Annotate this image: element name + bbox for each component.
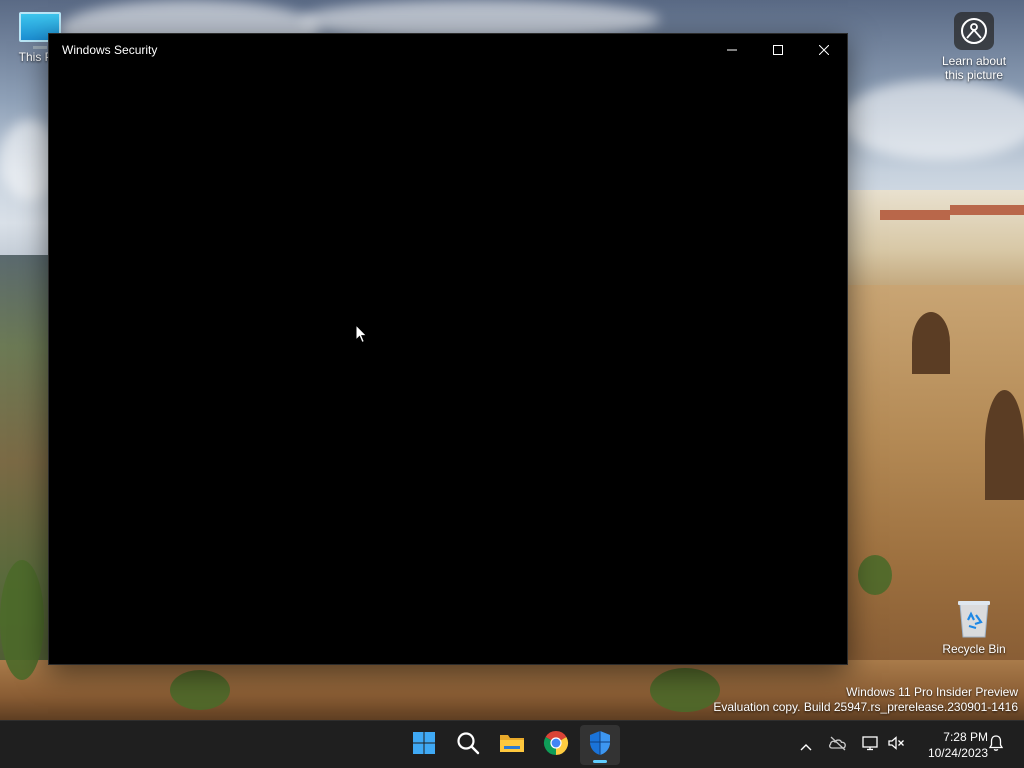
learn-about-picture-icon	[954, 12, 994, 50]
shield-icon	[588, 730, 612, 760]
watermark-line1: Windows 11 Pro Insider Preview	[846, 685, 1018, 699]
minimize-icon	[727, 45, 737, 55]
show-hidden-icons-button[interactable]	[794, 733, 818, 757]
taskbar: 7:28 PM 10/24/2023	[0, 720, 1024, 768]
wallpaper-roof	[880, 210, 950, 220]
notification-center-button[interactable]	[984, 733, 1008, 757]
clock-date: 10/24/2023	[927, 746, 988, 760]
clock-time: 7:28 PM	[943, 730, 988, 744]
watermark-line2: Evaluation copy. Build 25947.rs_prerelea…	[713, 700, 1018, 714]
recycle-bin-icon	[956, 598, 992, 638]
network-tray-button[interactable]	[858, 733, 882, 757]
network-icon	[860, 735, 880, 755]
window-title: Windows Security	[62, 43, 158, 57]
taskbar-windows-security-button[interactable]	[580, 725, 620, 765]
search-icon	[456, 731, 480, 759]
evaluation-watermark: Windows 11 Pro Insider Preview Evaluatio…	[713, 685, 1018, 715]
wallpaper-roof	[950, 205, 1024, 215]
taskbar-file-explorer-button[interactable]	[492, 725, 532, 765]
folder-icon	[499, 732, 525, 758]
wallpaper-bush	[170, 670, 230, 710]
wallpaper-arch	[912, 312, 950, 374]
taskbar-search-button[interactable]	[448, 725, 488, 765]
wallpaper-arch	[985, 390, 1024, 500]
desktop-icon-learn-about-picture[interactable]: Learn about this picture	[936, 12, 1012, 82]
wallpaper-cloud	[840, 80, 1024, 160]
wallpaper-bush	[0, 560, 44, 680]
minimize-button[interactable]	[709, 34, 755, 66]
notification-bell-icon	[988, 734, 1004, 756]
windows-security-window[interactable]: Windows Security	[48, 33, 848, 665]
wallpaper-bush	[650, 668, 720, 712]
desktop-icon-label: Learn about this picture	[941, 54, 1007, 82]
volume-tray-button[interactable]	[884, 733, 908, 757]
window-content	[49, 66, 847, 664]
taskbar-start-button[interactable]	[404, 725, 444, 765]
volume-muted-icon	[887, 735, 905, 755]
maximize-button[interactable]	[755, 34, 801, 66]
taskbar-chrome-button[interactable]	[536, 725, 576, 765]
windows-start-icon	[412, 731, 436, 759]
desktop-icon-label: Recycle Bin	[942, 642, 1006, 656]
onedrive-offline-icon	[828, 735, 848, 755]
maximize-icon	[773, 45, 783, 55]
system-clock[interactable]: 7:28 PM 10/24/2023	[908, 729, 988, 761]
chevron-up-icon	[800, 736, 812, 755]
window-titlebar[interactable]: Windows Security	[49, 34, 847, 66]
chrome-icon	[543, 730, 569, 760]
wallpaper-bush	[858, 555, 892, 595]
close-button[interactable]	[801, 34, 847, 66]
onedrive-tray-button[interactable]	[826, 733, 850, 757]
close-icon	[819, 45, 829, 55]
desktop-icon-recycle-bin[interactable]: Recycle Bin	[936, 598, 1012, 656]
mouse-cursor-icon	[355, 323, 368, 348]
active-app-indicator	[593, 760, 607, 763]
